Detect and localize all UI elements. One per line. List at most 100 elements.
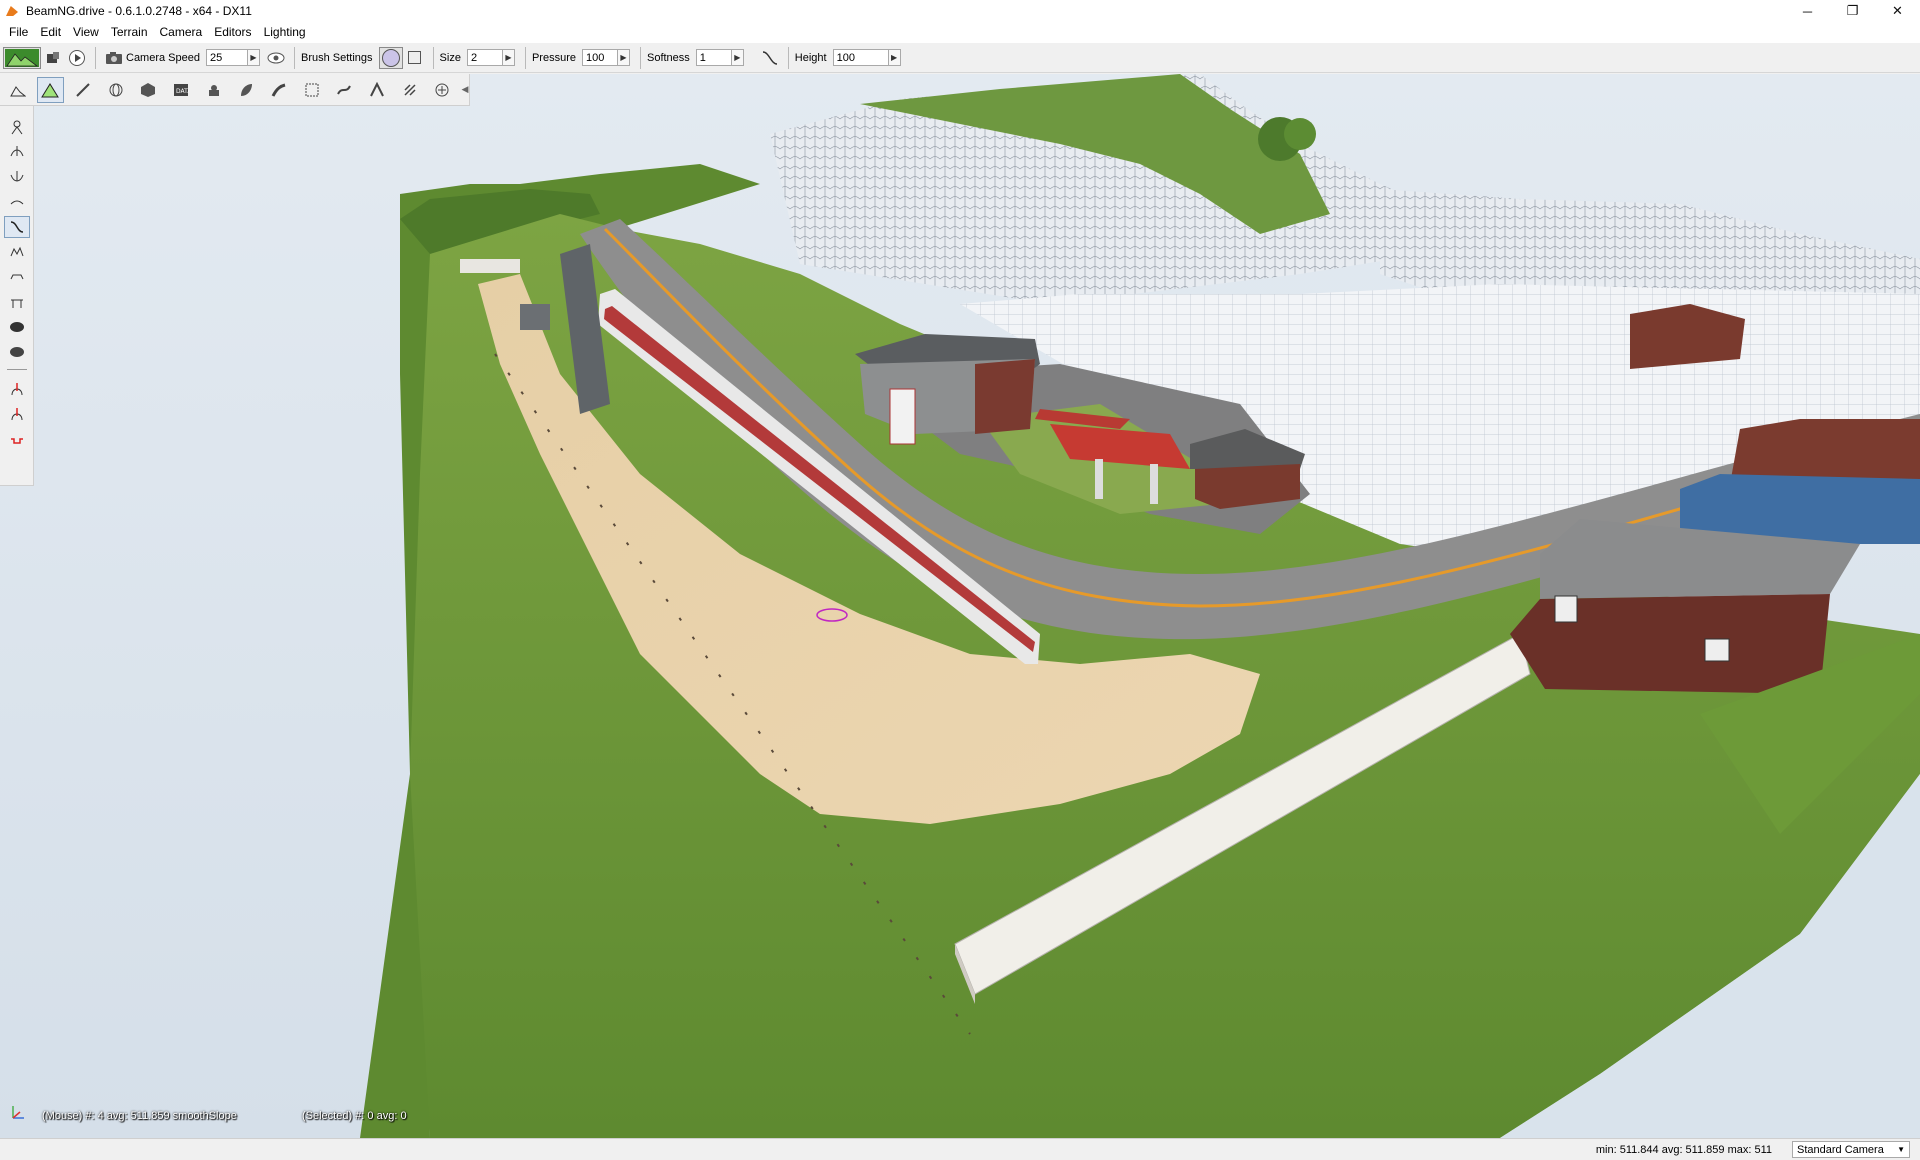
- title-bar: BeamNG.drive - 0.6.1.0.2748 - x64 - DX11…: [0, 0, 1920, 22]
- world-globe-icon[interactable]: [102, 77, 130, 103]
- terrain-painter-icon[interactable]: [69, 77, 97, 103]
- mesh-road-icon[interactable]: [265, 77, 293, 103]
- camera-speed-input[interactable]: [206, 49, 248, 66]
- height-label: Height: [794, 51, 827, 64]
- collapse-arrow-icon[interactable]: ◀: [461, 77, 469, 103]
- brick-building-right: [1730, 419, 1920, 484]
- circle-brush-button[interactable]: [378, 46, 403, 69]
- height-stats: min: 511.844 avg: 511.859 max: 511: [1595, 1143, 1772, 1156]
- toolbar-separator: [294, 46, 295, 69]
- select-brush-icon[interactable]: [4, 116, 30, 138]
- road-editor-icon[interactable]: [298, 77, 326, 103]
- window-title: BeamNG.drive - 0.6.1.0.2748 - x64 - DX11: [26, 4, 252, 18]
- softness-input[interactable]: [695, 49, 732, 66]
- selected-info-readout: (Selected) #: 0 avg: 0: [302, 1110, 407, 1122]
- office-building-brick: [975, 359, 1035, 434]
- particle-editor-icon[interactable]: [396, 77, 424, 103]
- terrain-object-icon[interactable]: [4, 77, 32, 103]
- height-input[interactable]: [832, 49, 889, 66]
- forest-leaf-icon[interactable]: [233, 77, 261, 103]
- size-label: Size: [439, 51, 461, 64]
- block-structure: [520, 304, 550, 330]
- brush-settings-label: Brush Settings: [301, 51, 373, 64]
- size-field: ▶: [466, 49, 515, 66]
- terrain-brush-palette: [0, 106, 34, 486]
- pressure-field: ▶: [581, 49, 630, 66]
- terrain-editor-icon[interactable]: [36, 76, 65, 103]
- softness-label: Softness: [646, 51, 690, 64]
- axis-gizmo-icon: [12, 1106, 24, 1119]
- lower-height-icon[interactable]: [4, 166, 30, 188]
- pressure-label: Pressure: [531, 51, 576, 64]
- smooth-brush-icon[interactable]: [4, 191, 30, 213]
- smooth-slope-icon[interactable]: [4, 216, 30, 238]
- window: [1554, 595, 1578, 623]
- square-brush-button[interactable]: [403, 47, 427, 69]
- window: [1704, 638, 1730, 662]
- menu-file[interactable]: File: [3, 22, 34, 43]
- small-building: [460, 259, 520, 273]
- size-spin-arrow-icon[interactable]: ▶: [502, 49, 515, 66]
- clear-terrain-icon[interactable]: [4, 316, 30, 338]
- menu-editors[interactable]: Editors: [208, 22, 257, 43]
- beamng-logo-icon: [6, 4, 20, 18]
- softness-field: ▶: [695, 49, 744, 66]
- mouse-info-readout: (Mouse) #: 4 avg: 511.859 smoothSlope: [42, 1110, 237, 1122]
- square-brush-icon: [408, 51, 422, 64]
- filled-ellipse-icon: [10, 322, 24, 332]
- 3d-viewport[interactable]: (Mouse) #: 4 avg: 511.859 smoothSlope (S…: [0, 74, 1920, 1138]
- menu-view[interactable]: View: [67, 22, 105, 43]
- toolbar-separator: [787, 46, 789, 69]
- menu-edit[interactable]: Edit: [34, 22, 67, 43]
- status-bar: min: 511.844 avg: 511.859 max: 511 Stand…: [0, 1138, 1920, 1160]
- toolbar-separator: [639, 46, 641, 69]
- tower-structure: [889, 388, 916, 445]
- minimize-button[interactable]: ─: [1785, 0, 1830, 22]
- terrain-editor-mode-icon[interactable]: [3, 46, 41, 69]
- size-input[interactable]: [466, 49, 503, 66]
- datablock-icon[interactable]: DATA: [167, 77, 195, 103]
- flatten-brush-icon[interactable]: [4, 266, 30, 288]
- menu-terrain[interactable]: Terrain: [105, 22, 154, 43]
- pressure-spin-arrow-icon[interactable]: ▶: [617, 49, 630, 66]
- decal-road-icon[interactable]: [363, 77, 391, 103]
- pressure-input[interactable]: [581, 49, 618, 66]
- noise-brush-icon[interactable]: [4, 241, 30, 263]
- pump-post: [1095, 459, 1103, 499]
- circle-brush-icon: [381, 48, 400, 67]
- ellipse-icon: [10, 347, 24, 357]
- camera-speed-label: Camera Speed: [126, 51, 200, 64]
- softness-spin-arrow-icon[interactable]: ▶: [731, 49, 744, 66]
- decal-icon[interactable]: [200, 77, 228, 103]
- menu-lighting[interactable]: Lighting: [258, 22, 312, 43]
- visibility-eye-icon[interactable]: [264, 47, 288, 69]
- height-field: ▶: [832, 49, 901, 66]
- river-editor-icon[interactable]: [330, 77, 358, 103]
- camera-speed-field: ▶: [206, 49, 260, 66]
- restore-terrain-icon[interactable]: [4, 341, 30, 363]
- menu-bar: File Edit View Terrain Camera Editors Li…: [0, 22, 1920, 43]
- close-button[interactable]: ✕: [1875, 0, 1920, 22]
- softness-curve-icon[interactable]: [758, 47, 782, 69]
- paint-material-icon[interactable]: [4, 378, 30, 400]
- pump-post: [1150, 464, 1158, 504]
- hole-brush-icon[interactable]: [4, 428, 30, 450]
- object-mode-icon[interactable]: [41, 47, 65, 69]
- toolbar-separator: [432, 46, 434, 69]
- navmesh-icon[interactable]: [428, 77, 456, 103]
- camera-speed-spin-arrow-icon[interactable]: ▶: [248, 49, 260, 66]
- raise-height-icon[interactable]: [4, 141, 30, 163]
- menu-camera[interactable]: Camera: [154, 22, 209, 43]
- svg-text:DATA: DATA: [176, 88, 189, 95]
- toolbar-separator: [95, 46, 96, 69]
- terrain-tool-toolbar: DATA ◀: [0, 74, 470, 106]
- set-height-icon[interactable]: [4, 291, 30, 313]
- camera-mode-select[interactable]: Standard Camera ▼: [1792, 1141, 1910, 1158]
- camera-icon[interactable]: [102, 47, 126, 69]
- play-game-icon[interactable]: [65, 47, 89, 69]
- cube-shape-icon[interactable]: [135, 77, 163, 103]
- restore-button[interactable]: ❐: [1830, 0, 1875, 22]
- clear-material-icon[interactable]: [4, 403, 30, 425]
- palette-separator: [7, 369, 27, 370]
- height-spin-arrow-icon[interactable]: ▶: [888, 49, 901, 66]
